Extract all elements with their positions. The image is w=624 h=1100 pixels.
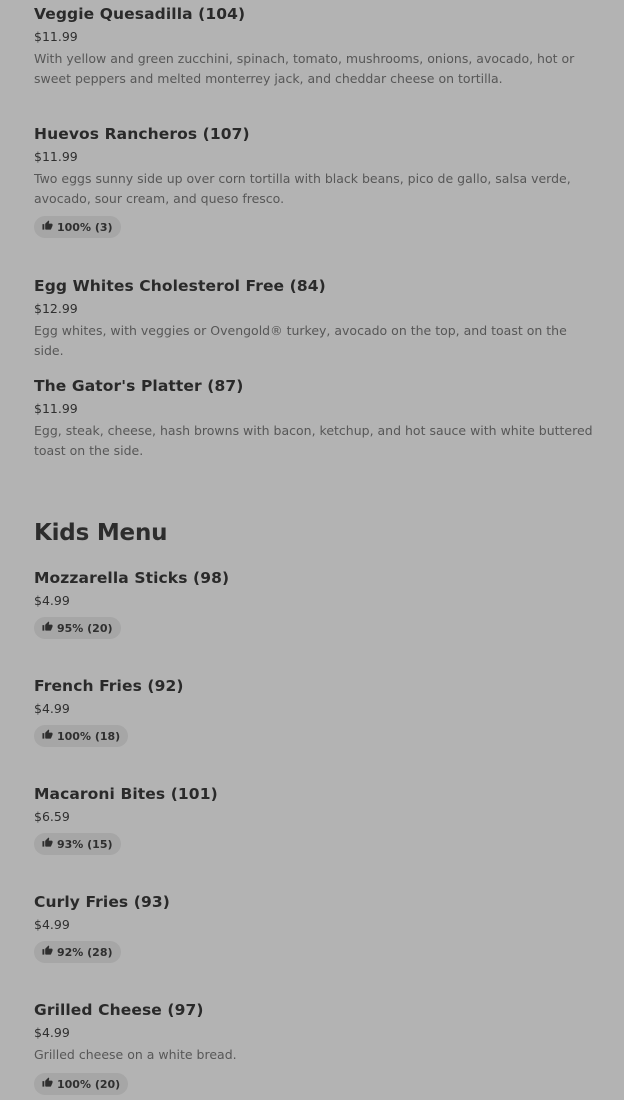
menu-item[interactable]: Macaroni Bites (101) $6.59 93% (15) <box>34 784 594 855</box>
rating-text: 100% (18) <box>57 729 121 743</box>
menu-item[interactable]: Curly Fries (93) $4.99 92% (28) <box>34 892 594 963</box>
item-price: $6.59 <box>34 809 70 824</box>
rating-badge: 93% (15) <box>34 833 121 855</box>
menu-item[interactable]: The Gator's Platter (87) $11.99 Egg, ste… <box>34 376 594 461</box>
item-description: With yellow and green zucchini, spinach,… <box>34 51 575 86</box>
item-description: Egg whites, with veggies or Ovengold® tu… <box>34 323 567 358</box>
item-price: $4.99 <box>34 593 70 608</box>
menu-item[interactable]: Mozzarella Sticks (98) $4.99 95% (20) <box>34 568 594 639</box>
item-title[interactable]: Veggie Quesadilla (104) <box>34 4 594 24</box>
section-heading-kids-menu: Kids Menu <box>34 520 168 546</box>
item-title[interactable]: Macaroni Bites (101) <box>34 784 594 804</box>
rating-badge: 92% (28) <box>34 941 121 963</box>
item-title[interactable]: Huevos Rancheros (107) <box>34 124 594 144</box>
rating-badge: 100% (20) <box>34 1073 129 1095</box>
item-price: $4.99 <box>34 1025 70 1040</box>
item-price: $4.99 <box>34 701 70 716</box>
thumbs-up-icon <box>42 1077 53 1091</box>
item-title[interactable]: French Fries (92) <box>34 676 594 696</box>
item-title[interactable]: Curly Fries (93) <box>34 892 594 912</box>
rating-badge: 100% (3) <box>34 216 121 238</box>
thumbs-up-icon <box>42 945 53 959</box>
thumbs-up-icon <box>42 729 53 743</box>
menu-item[interactable]: Egg Whites Cholesterol Free (84) $12.99 … <box>34 276 594 361</box>
rating-text: 100% (20) <box>57 1077 121 1091</box>
thumbs-up-icon <box>42 621 53 635</box>
menu-item[interactable]: French Fries (92) $4.99 100% (18) <box>34 676 594 747</box>
rating-text: 100% (3) <box>57 220 113 234</box>
item-title[interactable]: Grilled Cheese (97) <box>34 1000 594 1020</box>
item-description: Grilled cheese on a white bread. <box>34 1047 237 1062</box>
item-title[interactable]: Egg Whites Cholesterol Free (84) <box>34 276 594 296</box>
rating-text: 92% (28) <box>57 945 113 959</box>
item-description: Egg, steak, cheese, hash browns with bac… <box>34 423 593 458</box>
item-price: $11.99 <box>34 149 78 164</box>
rating-badge: 100% (18) <box>34 725 129 747</box>
item-title[interactable]: The Gator's Platter (87) <box>34 376 594 396</box>
thumbs-up-icon <box>42 220 53 234</box>
rating-badge: 95% (20) <box>34 617 121 639</box>
item-title[interactable]: Mozzarella Sticks (98) <box>34 568 594 588</box>
item-price: $12.99 <box>34 301 78 316</box>
thumbs-up-icon <box>42 837 53 851</box>
menu-item[interactable]: Veggie Quesadilla (104) $11.99 With yell… <box>34 4 594 89</box>
menu-item[interactable]: Huevos Rancheros (107) $11.99 Two eggs s… <box>34 124 594 238</box>
item-price: $11.99 <box>34 401 78 416</box>
rating-text: 93% (15) <box>57 837 113 851</box>
rating-text: 95% (20) <box>57 621 113 635</box>
item-price: $4.99 <box>34 917 70 932</box>
item-price: $11.99 <box>34 29 78 44</box>
menu-item[interactable]: Grilled Cheese (97) $4.99 Grilled cheese… <box>34 1000 594 1095</box>
item-description: Two eggs sunny side up over corn tortill… <box>34 171 571 206</box>
